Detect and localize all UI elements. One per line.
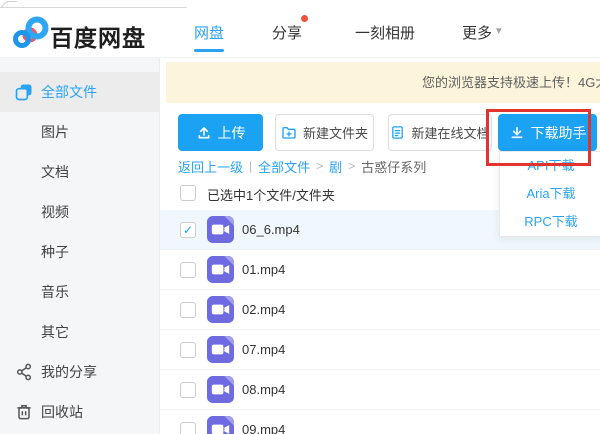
file-row[interactable]: 07.mp4 [160,330,600,370]
sidebar-item-label: 回收站 [41,402,83,422]
row-checkbox[interactable] [180,342,196,358]
all-files-icon [14,82,34,102]
sidebar-item-label: 文档 [41,162,69,182]
document-icon [390,125,405,140]
file-row[interactable]: 08.mp4 [160,370,600,410]
share-nodes-icon [14,362,34,382]
selection-count-label: 已选中1个文件/文件夹 [207,185,335,204]
sidebar-item-images[interactable]: 图片 [0,112,159,152]
video-file-icon [207,216,234,243]
row-checkbox[interactable]: ✓ [180,222,196,238]
sidebar-item-label: 其它 [41,322,69,342]
share-notification-dot [301,15,308,22]
video-file-icon [207,416,234,434]
row-checkbox[interactable] [180,302,196,318]
file-name[interactable]: 07.mp4 [242,342,285,357]
download-icon [509,125,525,141]
sidebar-item-music[interactable]: 音乐 [0,272,159,312]
browser-chrome-strip [0,0,600,8]
row-checkbox[interactable] [180,422,196,434]
sidebar-item-my-share[interactable]: 我的分享 [0,352,159,392]
file-name[interactable]: 02.mp4 [242,302,285,317]
sidebar-item-videos[interactable]: 视频 [0,192,159,232]
upload-button-label: 上传 [218,123,246,143]
sidebar-item-label: 视频 [41,202,69,222]
sidebar-item-label: 全部文件 [41,82,97,102]
file-name[interactable]: 06_6.mp4 [242,222,300,237]
breadcrumb: 返回上一级 | 全部文件 > 剧 > 古惑仔系列 [178,157,426,175]
tab-album[interactable]: 一刻相册 [355,22,415,43]
row-checkbox[interactable] [180,382,196,398]
file-name[interactable]: 01.mp4 [242,262,285,277]
video-file-icon [207,256,234,283]
new-folder-button-label: 新建文件夹 [303,123,368,142]
upload-icon [196,125,212,141]
file-name[interactable]: 09.mp4 [242,422,285,434]
app-header: 百度网盘 网盘 分享 一刻相册 更多 ▾ [0,8,600,58]
brand-title: 百度网盘 [50,19,146,53]
video-file-icon [207,336,234,363]
sidebar-item-recycle-bin[interactable]: 回收站 [0,392,159,432]
sidebar: 全部文件 图片 文档 视频 种子 音乐 其它 我的分享 [0,58,160,434]
sidebar-item-seeds[interactable]: 种子 [0,232,159,272]
sidebar-item-label: 图片 [41,122,69,142]
breadcrumb-divider: | [249,159,252,173]
file-name[interactable]: 08.mp4 [242,382,285,397]
tab-more[interactable]: 更多 [462,22,492,43]
notice-text: 您的浏览器支持极速上传！4G大文件 [422,62,600,103]
select-all-checkbox[interactable] [180,185,196,201]
baidu-netdisk-page: 百度网盘 网盘 分享 一刻相册 更多 ▾ 全部文件 图片 文档 视频 [0,0,600,434]
menu-item-rpc-download[interactable]: RPC下载 [500,208,600,236]
new-online-doc-button[interactable]: 新建在线文档 [388,114,492,151]
menu-item-aria-download[interactable]: Aria下载 [500,180,600,208]
baidu-netdisk-logo-icon [12,15,50,56]
download-helper-button-label: 下载助手 [531,123,587,143]
sidebar-item-label: 音乐 [41,282,69,302]
trash-icon [14,402,34,422]
breadcrumb-arrow: > [348,159,355,173]
tab-share[interactable]: 分享 [272,22,302,43]
new-folder-button[interactable]: 新建文件夹 [275,114,374,151]
breadcrumb-folder[interactable]: 剧 [329,157,342,176]
breadcrumb-current: 古惑仔系列 [361,157,426,176]
speed-upload-notice: 您的浏览器支持极速上传！4G大文件 [166,62,600,103]
new-online-doc-button-label: 新建在线文档 [411,123,489,142]
file-row[interactable]: 09.mp4 [160,410,600,434]
file-row[interactable]: 01.mp4 [160,250,600,290]
sidebar-item-docs[interactable]: 文档 [0,152,159,192]
file-row[interactable]: 02.mp4 [160,290,600,330]
sidebar-item-label: 我的分享 [41,362,97,382]
sidebar-item-label: 种子 [41,242,69,262]
video-file-icon [207,376,234,403]
upload-button[interactable]: 上传 [178,114,263,151]
folder-plus-icon [281,125,297,141]
breadcrumb-all-files[interactable]: 全部文件 [258,157,310,176]
chevron-down-icon: ▾ [496,24,502,37]
active-tab-underline [194,49,224,52]
row-checkbox[interactable] [180,262,196,278]
video-file-icon [207,296,234,323]
tab-netdisk[interactable]: 网盘 [194,22,224,43]
sidebar-item-all-files[interactable]: 全部文件 [0,72,159,112]
breadcrumb-back-link[interactable]: 返回上一级 [178,157,243,176]
download-helper-menu: API下载 Aria下载 RPC下载 [499,151,600,237]
sidebar-item-other[interactable]: 其它 [0,312,159,352]
breadcrumb-arrow: > [316,159,323,173]
file-list: ✓ 06_6.mp4 01.mp4 [160,210,600,434]
download-helper-button[interactable]: 下载助手 [498,114,597,151]
menu-item-api-download[interactable]: API下载 [500,152,600,180]
